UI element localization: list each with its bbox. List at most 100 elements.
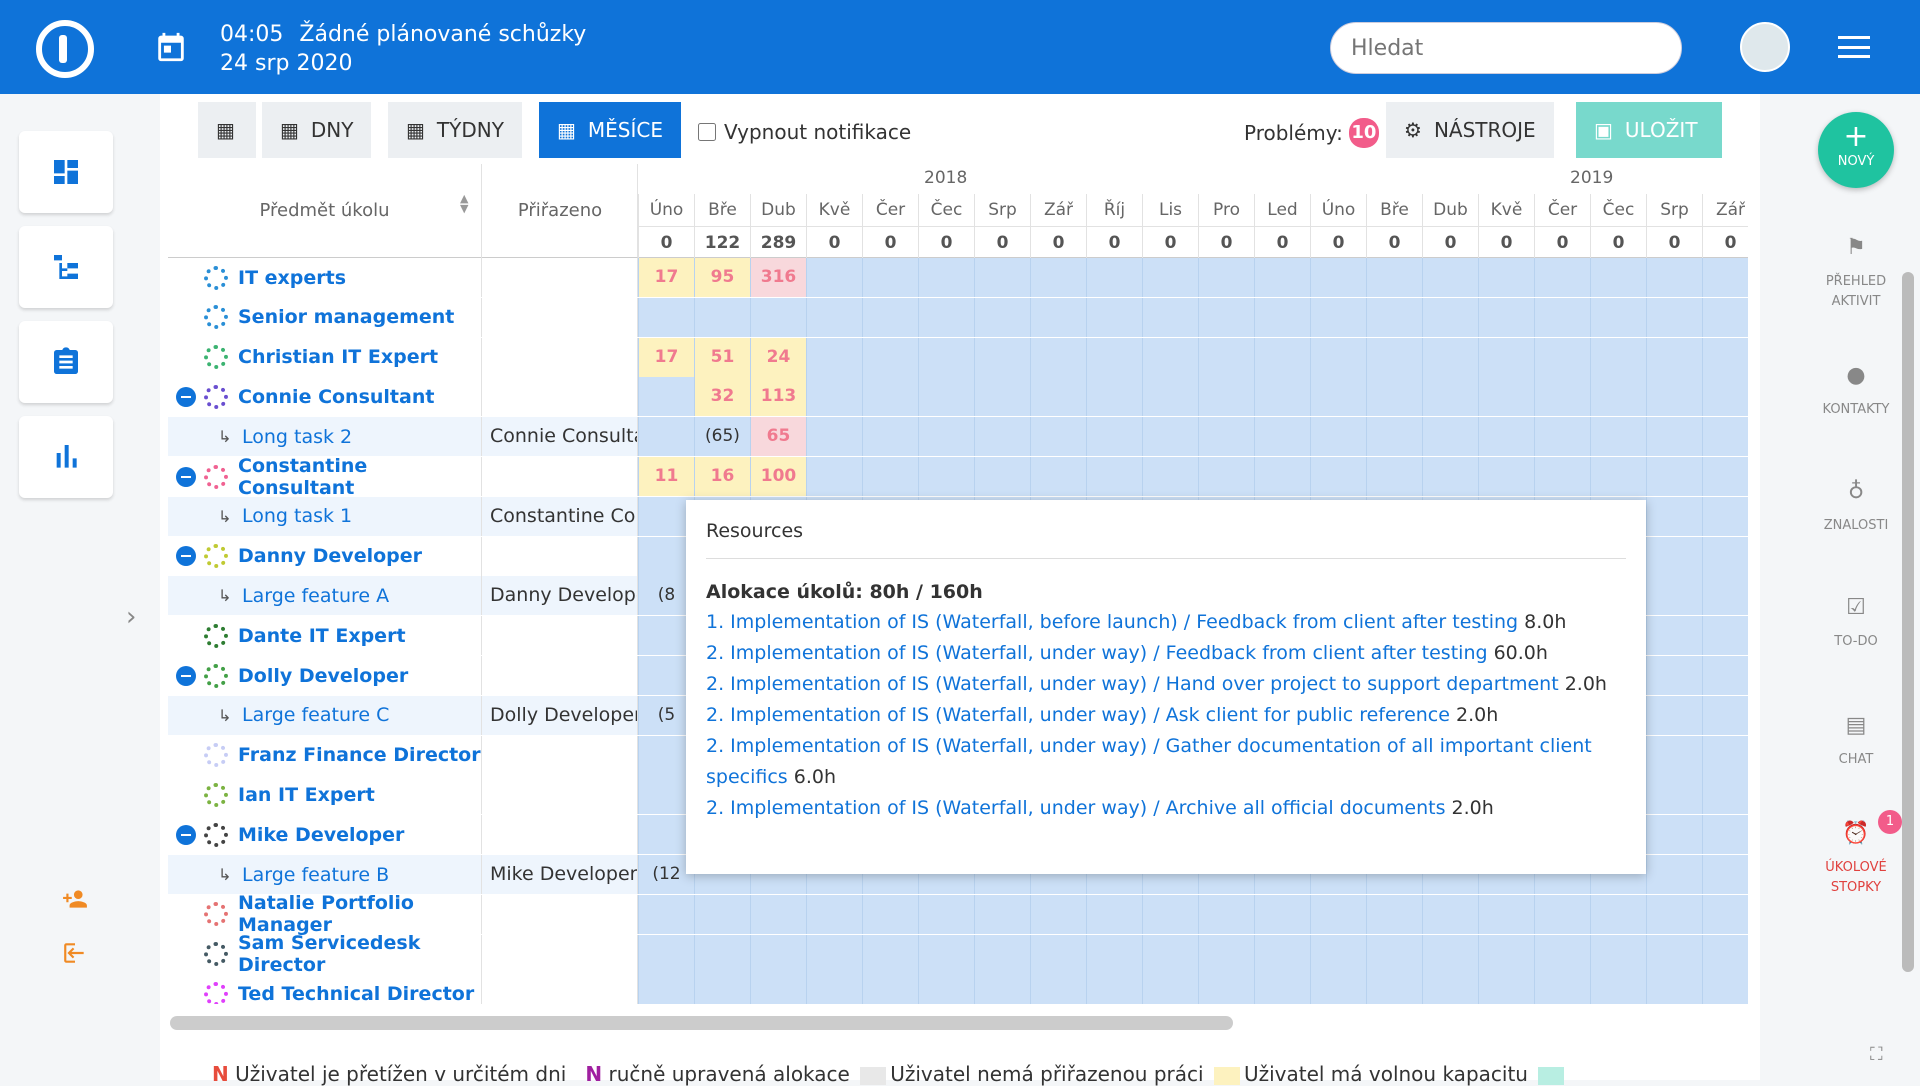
user-link[interactable]: Dante IT Expert — [238, 625, 406, 647]
allocation-cell — [1646, 815, 1702, 855]
problems-indicator[interactable]: Problémy: 10 — [1244, 118, 1379, 148]
task-link[interactable]: Long task 2 — [242, 426, 352, 448]
search-input[interactable] — [1330, 22, 1682, 74]
group-link[interactable]: Senior management — [238, 306, 454, 328]
days-button[interactable]: ▦ DNY — [262, 102, 372, 158]
allocation-cell[interactable]: 113 — [750, 377, 806, 417]
allocation-cell[interactable]: 17 — [638, 258, 694, 297]
assigned-cell: Constantine Consultant — [482, 496, 638, 536]
tooltip-task-link[interactable]: 2. Implementation of IS (Waterfall, unde… — [706, 704, 1450, 726]
horizontal-scrollbar[interactable] — [170, 1016, 1233, 1030]
allocation-cell[interactable]: 95 — [694, 258, 750, 297]
allocation-cell — [1702, 457, 1748, 496]
tooltip-task-link[interactable]: 2. Implementation of IS (Waterfall, unde… — [706, 673, 1559, 695]
user-link[interactable]: Ian IT Expert — [238, 784, 375, 806]
allocation-cell — [638, 934, 694, 974]
user-link[interactable]: Ted Technical Director — [238, 983, 474, 1004]
allocation-cell — [1590, 417, 1646, 457]
allocation-cell[interactable]: 65 — [750, 417, 806, 457]
task-link[interactable]: Large feature B — [242, 864, 389, 886]
month-name: Úno — [1321, 200, 1356, 220]
month-total: 0 — [1535, 226, 1590, 258]
dashboard-button[interactable] — [19, 131, 113, 213]
chat-button[interactable]: ▤ CHAT — [1808, 715, 1904, 770]
tooltip-task-link[interactable]: 1. Implementation of IS (Waterfall, befo… — [706, 611, 1518, 633]
meetings-status[interactable]: Žádné plánované schůzky — [299, 22, 586, 47]
tooltip-task-link[interactable]: 2. Implementation of IS (Waterfall, unde… — [706, 642, 1488, 664]
group-link[interactable]: IT experts — [238, 267, 346, 289]
allocation-cell — [1646, 576, 1702, 616]
assigned-column-header[interactable]: Přiřazeno — [482, 164, 638, 258]
collapse-icon[interactable] — [176, 665, 196, 686]
tooltip-task-link[interactable]: 2. Implementation of IS (Waterfall, unde… — [706, 797, 1446, 819]
user-link[interactable]: Sam Servicedesk Director — [238, 932, 481, 976]
notifications-toggle[interactable]: Vypnout notifikace — [698, 120, 911, 144]
user-link[interactable]: Natalie Portfolio Manager — [238, 892, 481, 936]
user-avatar[interactable] — [1740, 22, 1790, 72]
allocation-cell[interactable]: (65) — [694, 417, 750, 457]
activity-overview-button[interactable]: ⚑ PŘEHLED AKTIVIT — [1808, 237, 1904, 312]
collapse-icon[interactable] — [176, 546, 196, 567]
expand-sidebar-icon[interactable]: › — [126, 602, 136, 632]
allocation-cell — [1422, 297, 1478, 337]
vertical-scrollbar[interactable] — [1902, 272, 1914, 972]
allocation-cell — [1590, 258, 1646, 297]
assigned-cell: Connie Consultant — [482, 417, 638, 457]
user-link[interactable]: Connie Consultant — [238, 386, 434, 408]
app-logo[interactable] — [36, 20, 94, 78]
add-user-icon[interactable] — [60, 886, 90, 912]
tools-button[interactable]: ⚙ NÁSTROJE — [1386, 102, 1554, 158]
fullscreen-icon[interactable]: ⛶ — [1870, 1044, 1883, 1065]
user-link[interactable]: Constantine Consultant — [238, 455, 481, 499]
allocation-cell[interactable]: 16 — [694, 457, 750, 496]
allocation-cell — [918, 297, 974, 337]
allocation-cell[interactable]: 316 — [750, 258, 806, 297]
knowledge-button[interactable]: ♁ ZNALOSTI — [1808, 481, 1904, 536]
assigned-cell — [482, 894, 638, 934]
allocation-cell[interactable]: 51 — [694, 337, 750, 377]
collapse-icon[interactable] — [176, 466, 196, 487]
allocation-cell[interactable]: 32 — [694, 377, 750, 417]
tooltip-task-link[interactable]: 2. Implementation of IS (Waterfall, unde… — [706, 735, 1592, 788]
contacts-button[interactable]: ● KONTAKTY — [1808, 365, 1904, 420]
user-link[interactable]: Danny Developer — [238, 545, 422, 567]
task-link[interactable]: Large feature A — [242, 585, 389, 607]
task-link[interactable]: Long task 1 — [242, 505, 352, 527]
user-link[interactable]: Franz Finance Director — [238, 744, 481, 766]
logout-icon[interactable] — [60, 940, 90, 966]
allocation-cell — [1366, 377, 1422, 417]
allocation-cell[interactable]: 11 — [638, 457, 694, 496]
allocation-cell — [1030, 457, 1086, 496]
allocation-cell[interactable]: 100 — [750, 457, 806, 496]
calendar-button[interactable]: ▦ — [198, 102, 256, 158]
menu-icon[interactable] — [1838, 36, 1870, 58]
todo-button[interactable]: ☑ TO-DO — [1808, 597, 1904, 652]
task-link[interactable]: Large feature C — [242, 704, 389, 726]
weeks-button[interactable]: ▦ TÝDNY — [388, 102, 522, 158]
user-link[interactable]: Christian IT Expert — [238, 346, 438, 368]
save-label: ULOŽIT — [1624, 118, 1698, 142]
sort-icon[interactable]: ▲ ▼ — [460, 193, 468, 214]
tasks-button[interactable] — [19, 321, 113, 403]
reports-button[interactable] — [19, 416, 113, 498]
row-name-cell: ↳ Large feature A — [168, 576, 482, 616]
new-button[interactable]: + NOVÝ — [1818, 112, 1894, 188]
structure-button[interactable] — [19, 226, 113, 308]
calendar-icon[interactable] — [154, 30, 188, 64]
legend-swatch-yellow — [1213, 1066, 1240, 1085]
left-sidebar: › — [0, 94, 160, 1080]
notifications-checkbox[interactable] — [698, 123, 716, 141]
collapse-icon[interactable] — [176, 824, 196, 845]
user-link[interactable]: Dolly Developer — [238, 665, 408, 687]
allocation-cell — [1534, 337, 1590, 377]
months-button[interactable]: ▦ MĚSÍCE — [539, 102, 681, 158]
subject-column-header[interactable]: Předmět úkolu — [168, 164, 482, 258]
collapse-icon[interactable] — [176, 386, 196, 407]
allocation-cell[interactable]: 24 — [750, 337, 806, 377]
timers-button[interactable]: ⏰ ÚKOLOVÉ STOPKY — [1808, 823, 1904, 898]
allocation-cell[interactable]: 17 — [638, 337, 694, 377]
user-link[interactable]: Mike Developer — [238, 824, 404, 846]
save-button[interactable]: ▣ ULOŽIT — [1576, 102, 1722, 158]
allocation-cell — [1310, 417, 1366, 457]
assigned-cell — [482, 934, 638, 974]
